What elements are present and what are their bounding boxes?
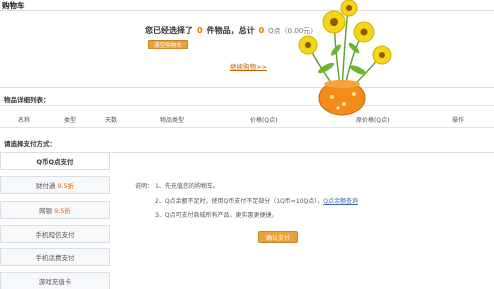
column-item-type: 物品类型	[160, 117, 185, 124]
continue-shopping-link[interactable]: 继续购物>>	[230, 61, 267, 71]
phone-bill-label: 手机话费支付	[35, 254, 75, 262]
cart-summary: 您已经选择了 0 件物品，总计 0 Q点（0.00元）	[145, 25, 317, 36]
netbank-label: 网银	[39, 207, 53, 215]
column-type: 类型	[64, 117, 77, 124]
tenpay-label: 财付通	[35, 182, 56, 190]
column-price: 价格(Q点)	[250, 117, 278, 124]
item-count: 0	[197, 26, 203, 35]
discount-badge: 9.5折	[57, 182, 75, 190]
note-line-2-text: 2、Q点余额不足时，使用Q币支付不足部分（1Q币=10Q点）	[155, 198, 318, 205]
flower-pot-decoration	[298, 0, 392, 116]
note-line-2: 2、Q点余额不足时，使用Q币支付不足部分（1Q币=10Q点），Q点余额查询	[155, 198, 358, 205]
tab-netbank[interactable]: 网银 9.5折	[0, 201, 110, 219]
confirm-payment-button[interactable]: 确认支付	[258, 231, 298, 243]
note-line-1: 1、先充值您的购物车。	[155, 183, 219, 190]
tab-qcoin-payment[interactable]: Q币Q点支付	[0, 152, 110, 170]
column-action: 操作	[452, 117, 465, 124]
column-days: 天数	[105, 117, 118, 124]
game-card-label: 游戏充值卡	[38, 278, 72, 286]
discount-badge: 9.5折	[54, 207, 71, 215]
summary-prefix: 您已经选择了	[145, 26, 193, 35]
note-label: 说明：	[135, 183, 154, 190]
cart-title: 购物车	[2, 1, 25, 10]
tab-game-card[interactable]: 游戏充值卡	[0, 272, 110, 289]
tab-tenpay[interactable]: 财付通 9.5折	[0, 176, 110, 194]
tab-phone-bill-payment[interactable]: 手机话费支付	[0, 248, 110, 266]
flower-leaves	[318, 42, 367, 75]
details-divider	[0, 105, 494, 106]
total-points: 0	[258, 26, 265, 35]
payment-title: 请选择支付方式：	[4, 140, 56, 148]
details-title: 物品详细列表：	[4, 96, 50, 104]
payment-panel	[111, 152, 494, 289]
sms-payment-label: 手机短信支付	[35, 231, 75, 239]
clear-cart-button[interactable]: 清空购物车	[148, 40, 188, 49]
cart-summary-box	[0, 10, 494, 88]
balance-query-link[interactable]: Q点余额查询	[323, 198, 358, 205]
table-divider	[0, 127, 494, 128]
column-name: 名称	[18, 117, 31, 124]
note-line-3: 3、Q点可支付商城所有产品，更实惠更便捷。	[155, 212, 278, 219]
summary-mid: 件物品，总计	[206, 26, 255, 35]
tab-sms-payment[interactable]: 手机短信支付	[0, 225, 110, 243]
flower-pot	[318, 80, 366, 116]
